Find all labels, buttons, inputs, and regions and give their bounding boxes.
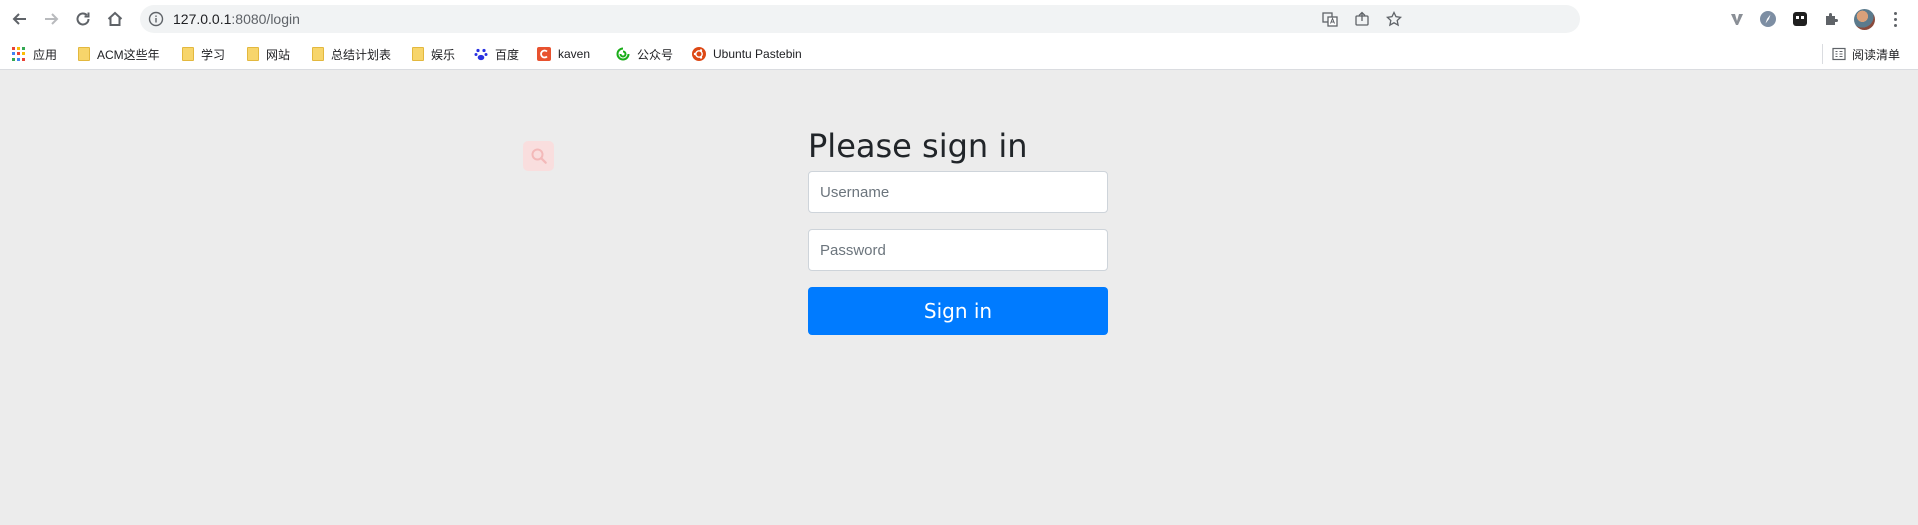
folder-icon	[312, 47, 324, 61]
menu-dot-icon	[1893, 23, 1897, 27]
browser-menu-button[interactable]	[1888, 9, 1902, 29]
bookmark-label: 网站	[266, 47, 291, 62]
bookmark-folder[interactable]: 学习	[182, 45, 225, 63]
bookmark-label: 百度	[495, 47, 520, 62]
puzzle-icon	[1826, 13, 1838, 25]
bookmark-label: 总结计划表	[331, 47, 392, 62]
url-text: 127.0.0.1:8080/login	[173, 11, 300, 27]
page-title: Please sign in	[808, 127, 1028, 165]
bookmark-label: 学习	[201, 47, 226, 62]
reload-icon	[76, 12, 90, 26]
sign-in-button[interactable]: Sign in	[808, 287, 1108, 335]
bookmark-label: kaven	[558, 47, 591, 61]
profile-avatar[interactable]	[1854, 9, 1875, 30]
search-extension-badge[interactable]	[523, 141, 554, 171]
username-input[interactable]	[808, 171, 1108, 213]
extension-v-button[interactable]	[1727, 9, 1747, 29]
login-form: Please sign in Sign in	[808, 124, 1108, 335]
bookmark-label: 娱乐	[431, 47, 456, 62]
bookmark-label: Ubuntu Pastebin	[713, 47, 802, 61]
folder-icon	[247, 47, 259, 61]
reading-list-label: 阅读清单	[1852, 47, 1901, 62]
reading-list-button[interactable]: 阅读清单	[1832, 45, 1900, 63]
password-input[interactable]	[808, 229, 1108, 271]
back-button[interactable]	[8, 7, 32, 31]
bookmark-folder[interactable]: 总结计划表	[312, 45, 391, 63]
forward-arrow-icon	[45, 13, 59, 25]
menu-dot-icon	[1893, 17, 1897, 21]
wechat-icon	[616, 47, 630, 61]
bookmark-star-button[interactable]	[1385, 10, 1403, 28]
reload-button[interactable]	[71, 7, 95, 31]
bookmarks-divider	[1822, 44, 1823, 64]
menu-dot-icon	[1893, 11, 1897, 15]
bookmarks-bar: 应用 ACM这些年 学习 网站 总结计划表 娱乐 百度 kaven 公众号 Ub…	[0, 38, 1918, 70]
back-arrow-icon	[12, 13, 26, 25]
bookmark-baidu[interactable]: 百度	[474, 45, 519, 63]
folder-icon	[412, 47, 424, 61]
extension-compass-button[interactable]	[1758, 9, 1778, 29]
extensions-button[interactable]	[1822, 9, 1842, 29]
share-button[interactable]	[1353, 10, 1371, 28]
address-bar[interactable]: 127.0.0.1:8080/login	[140, 5, 1580, 33]
compass-icon	[1760, 11, 1776, 27]
reading-list-icon	[1832, 47, 1846, 61]
star-icon	[1386, 11, 1402, 27]
extension-tile-icon	[1793, 12, 1807, 26]
folder-icon	[78, 47, 90, 61]
translate-icon	[1322, 12, 1338, 27]
bookmark-kaven[interactable]: kaven	[537, 45, 590, 63]
site-info-icon[interactable]	[148, 11, 164, 27]
bookmark-apps[interactable]: 应用	[12, 45, 57, 63]
search-icon	[531, 148, 547, 164]
home-icon	[107, 11, 123, 26]
forward-button[interactable]	[39, 7, 63, 31]
apps-grid-icon	[12, 47, 26, 61]
translate-button[interactable]	[1321, 10, 1339, 28]
bookmark-label: 应用	[33, 47, 58, 62]
folder-icon	[182, 47, 194, 61]
url-path: :8080/login	[231, 11, 300, 27]
baidu-paw-icon	[474, 48, 488, 61]
bookmark-wechat[interactable]: 公众号	[616, 45, 673, 63]
browser-toolbar: 127.0.0.1:8080/login	[0, 0, 1918, 38]
bookmark-label: 公众号	[637, 47, 674, 62]
bookmark-folder[interactable]: 娱乐	[412, 45, 455, 63]
extension-dark-button[interactable]	[1790, 9, 1810, 29]
bookmark-folder[interactable]: ACM这些年	[78, 45, 160, 63]
share-icon	[1355, 11, 1369, 26]
home-button[interactable]	[103, 7, 127, 31]
url-host: 127.0.0.1	[173, 11, 232, 27]
bookmark-label: ACM这些年	[97, 47, 160, 62]
bookmark-ubuntu[interactable]: Ubuntu Pastebin	[692, 45, 802, 63]
vimium-v-icon	[1731, 14, 1743, 25]
ubuntu-icon	[692, 47, 706, 61]
csdn-c-icon	[537, 47, 551, 61]
bookmark-folder[interactable]: 网站	[247, 45, 290, 63]
